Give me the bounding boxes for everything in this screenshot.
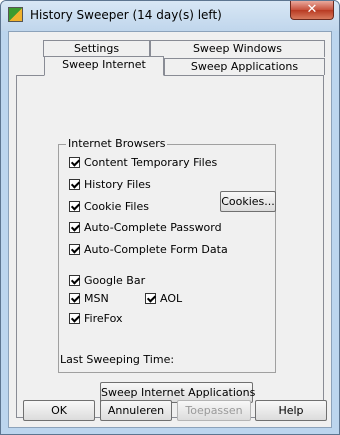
checkbox-label: Content Temporary Files bbox=[84, 156, 218, 169]
checkbox-checked-icon bbox=[69, 313, 80, 324]
checkbox-checked-icon bbox=[69, 179, 80, 190]
checkbox-checked-icon bbox=[69, 275, 80, 286]
checkbox-history-files[interactable]: History Files bbox=[69, 178, 151, 192]
checkbox-label: MSN bbox=[84, 292, 109, 305]
checkbox-checked-icon bbox=[69, 222, 80, 233]
checkbox-aol[interactable]: AOL bbox=[145, 292, 182, 306]
checkbox-label: Google Bar bbox=[84, 274, 146, 287]
apply-button[interactable]: Toepassen bbox=[177, 400, 251, 421]
last-sweeping-time-label: Last Sweeping Time: bbox=[60, 353, 175, 366]
ok-button[interactable]: OK bbox=[23, 400, 95, 421]
checkbox-checked-icon bbox=[145, 293, 156, 304]
checkbox-cookie-files[interactable]: Cookie Files bbox=[69, 200, 149, 214]
checkbox-checked-icon bbox=[69, 201, 80, 212]
checkbox-label: AOL bbox=[160, 292, 183, 305]
checkbox-checked-icon bbox=[69, 157, 80, 168]
checkbox-auto-complete-password[interactable]: Auto-Complete Password bbox=[69, 221, 222, 235]
history-sweeper-app-icon bbox=[8, 7, 23, 22]
checkbox-label: History Files bbox=[84, 178, 151, 191]
cancel-button[interactable]: Annuleren bbox=[100, 400, 172, 421]
checkbox-label: Auto-Complete Password bbox=[84, 221, 222, 234]
checkbox-auto-complete-form-data[interactable]: Auto-Complete Form Data bbox=[69, 243, 228, 257]
checkbox-label: Auto-Complete Form Data bbox=[84, 243, 228, 256]
app-window: History Sweeper (14 day(s) left) ✕ Setti… bbox=[0, 0, 340, 435]
window-title: History Sweeper (14 day(s) left) bbox=[30, 8, 222, 22]
tab-sweep-applications[interactable]: Sweep Applications bbox=[164, 58, 325, 75]
tab-sweep-internet[interactable]: Sweep Internet bbox=[44, 56, 164, 76]
cookies-button[interactable]: Cookies... bbox=[220, 191, 276, 212]
help-button[interactable]: Help bbox=[255, 400, 327, 421]
checkbox-firefox[interactable]: FireFox bbox=[69, 312, 122, 326]
tab-sweep-windows[interactable]: Sweep Windows bbox=[150, 40, 325, 57]
sweep-internet-panel: Internet Browsers Content Temporary File… bbox=[16, 75, 324, 418]
title-bar[interactable]: History Sweeper (14 day(s) left) ✕ bbox=[1, 1, 339, 31]
group-title: Internet Browsers bbox=[66, 137, 168, 150]
tab-settings[interactable]: Settings bbox=[43, 40, 150, 57]
dialog-body: Settings Sweep Windows Sweep Internet Sw… bbox=[8, 31, 332, 428]
checkbox-label: FireFox bbox=[84, 312, 123, 325]
checkbox-msn[interactable]: MSN bbox=[69, 292, 109, 306]
checkbox-google-bar[interactable]: Google Bar bbox=[69, 274, 145, 288]
checkbox-content-temporary-files[interactable]: Content Temporary Files bbox=[69, 156, 217, 170]
close-button[interactable]: ✕ bbox=[290, 1, 334, 20]
checkbox-label: Cookie Files bbox=[84, 200, 149, 213]
checkbox-checked-icon bbox=[69, 244, 80, 255]
checkbox-checked-icon bbox=[69, 293, 80, 304]
